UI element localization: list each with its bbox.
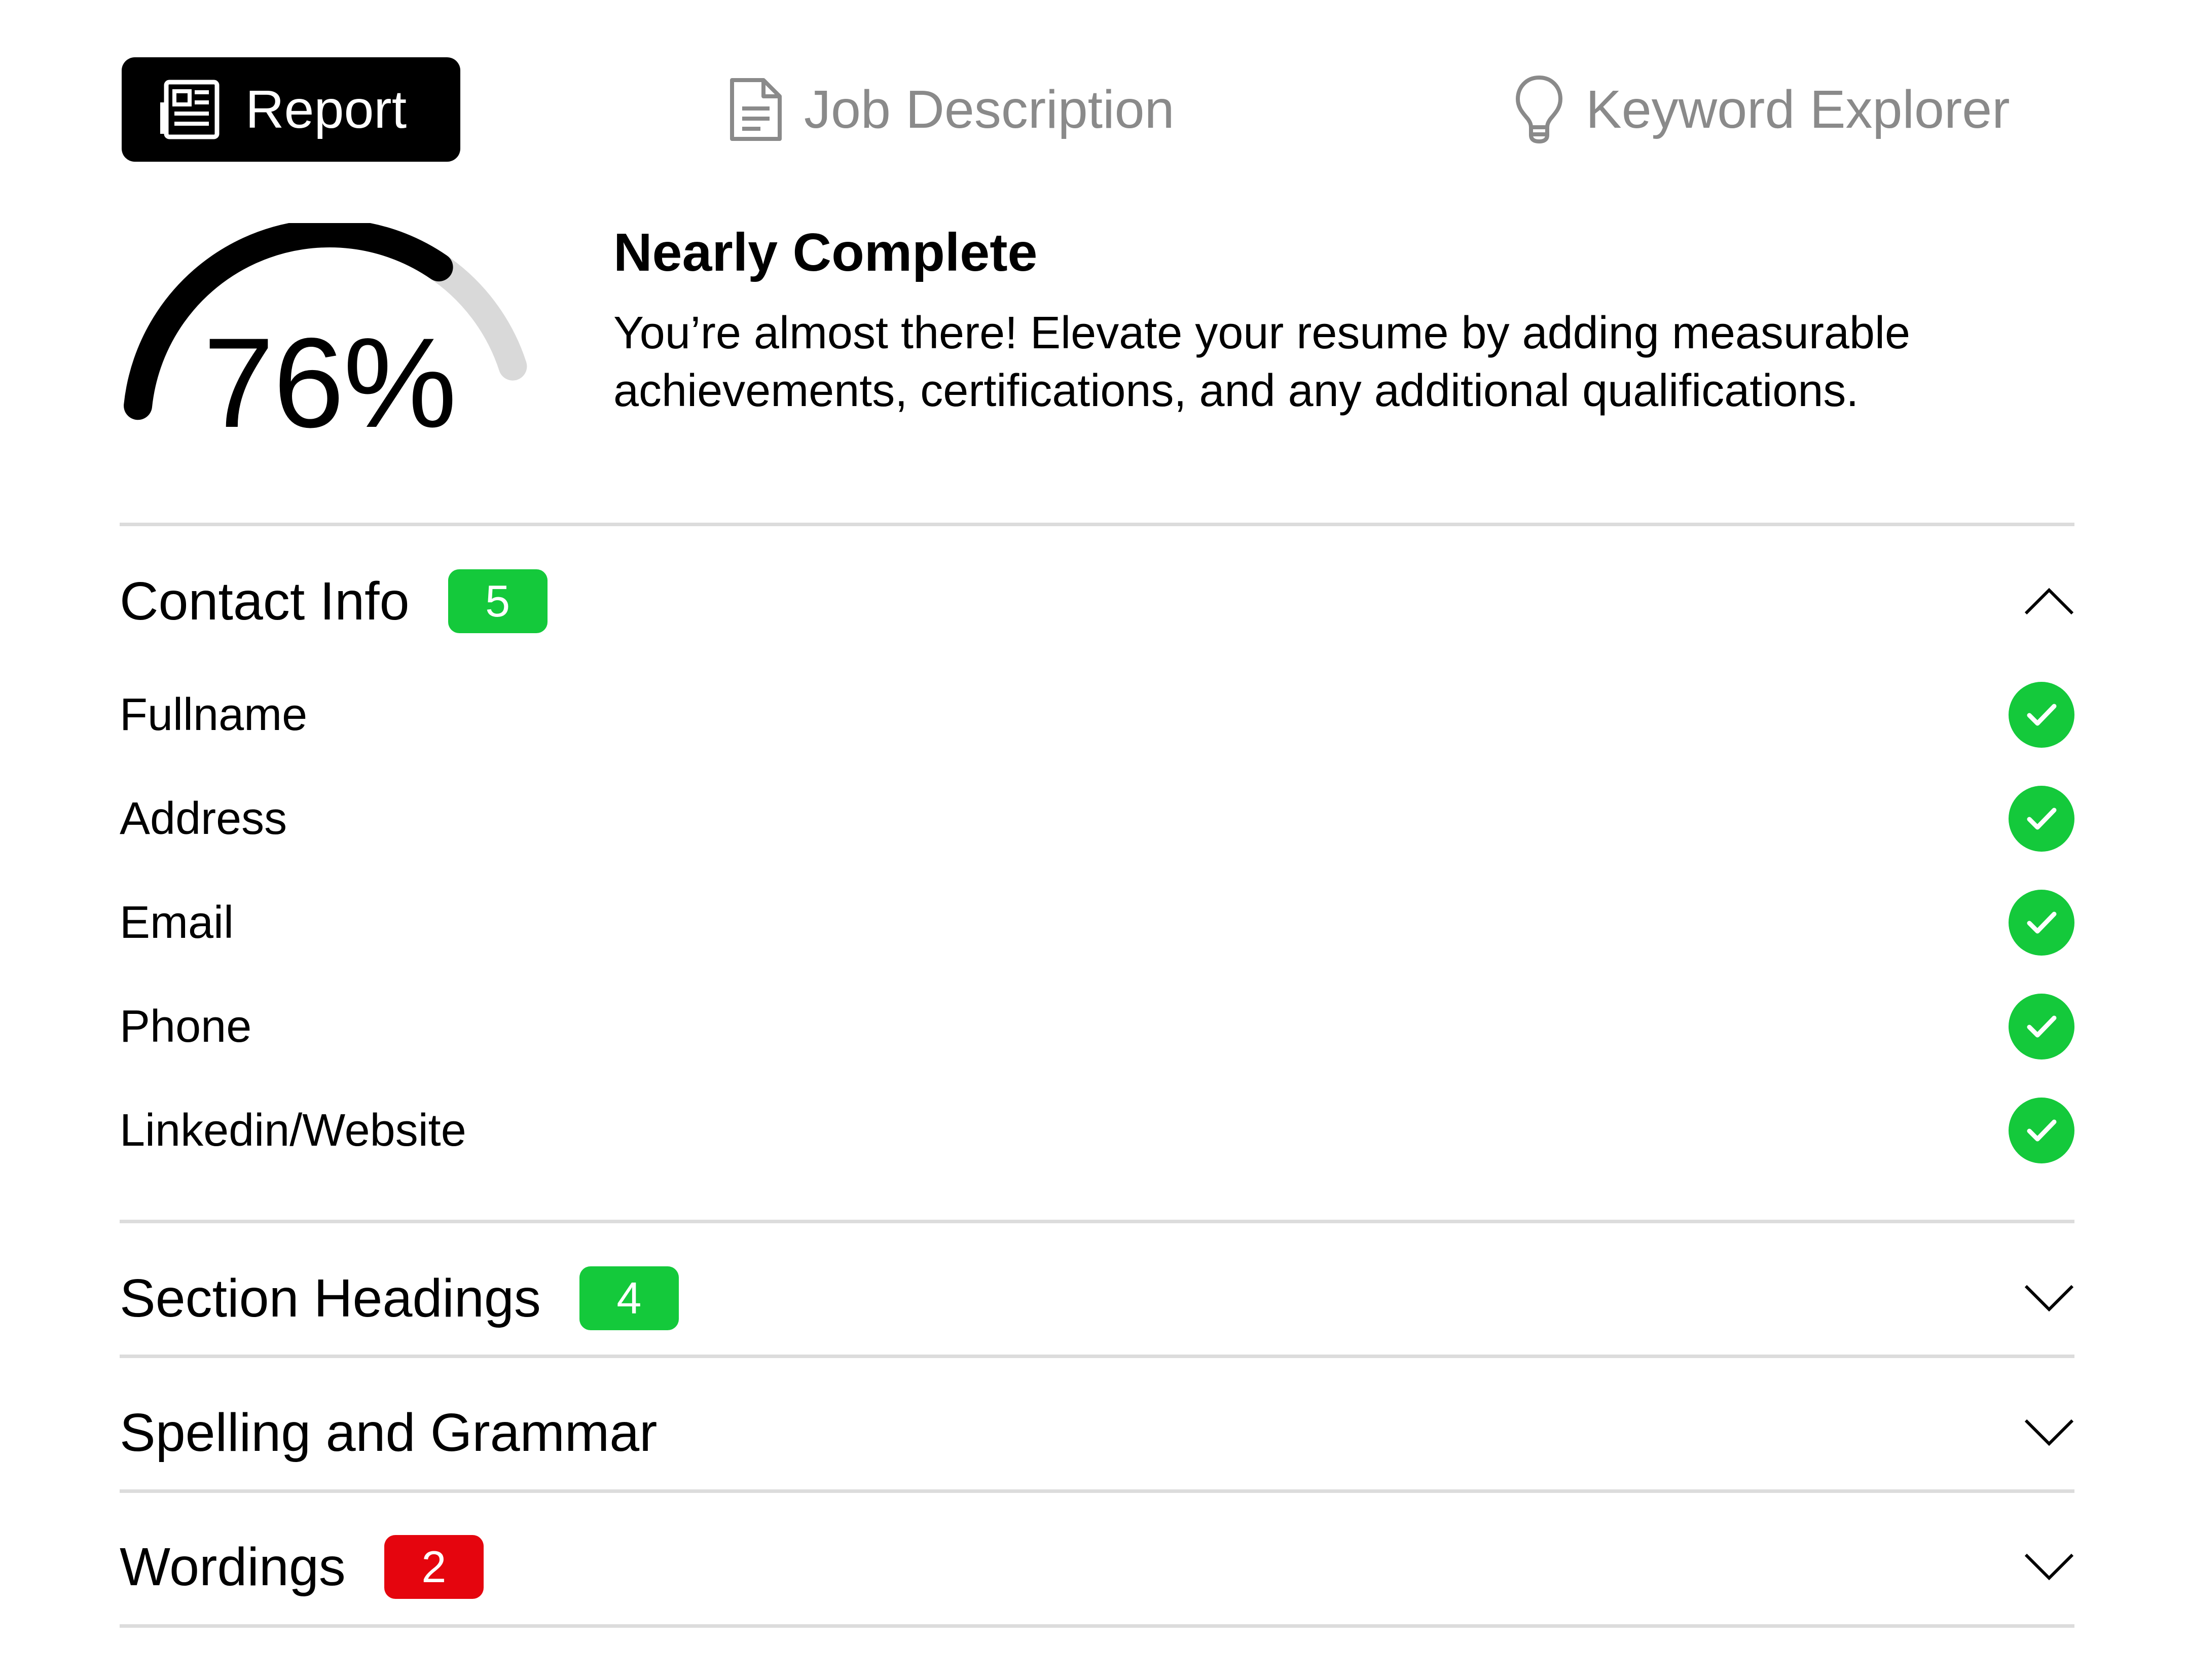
divider [120, 1355, 2074, 1358]
score-value: 76% [203, 312, 457, 454]
tab-label: Report [245, 80, 407, 139]
chevron-up-icon[interactable] [2024, 586, 2074, 616]
section-header-contact-info[interactable]: Contact Info 5 [120, 566, 2074, 637]
list-item: Address [120, 786, 2074, 852]
score-title: Nearly Complete [613, 223, 1038, 282]
check-icon [2009, 786, 2074, 852]
section-header-spelling-and-grammar[interactable]: Spelling and Grammar [120, 1397, 2074, 1468]
divider [120, 1220, 2074, 1223]
section-header-wordings[interactable]: Wordings 2 [120, 1531, 2074, 1602]
score-gauge: 76% [122, 223, 537, 456]
item-label: Phone [120, 1001, 252, 1052]
list-item: Fullname [120, 682, 2074, 748]
check-icon [2009, 682, 2074, 748]
tab-label: Keyword Explorer [1586, 80, 2010, 139]
item-label: Address [120, 793, 287, 844]
section-title: Spelling and Grammar [120, 1403, 658, 1463]
section-title: Section Headings [120, 1268, 541, 1328]
section-title: Wordings [120, 1537, 346, 1597]
chevron-down-icon[interactable] [2024, 1283, 2074, 1313]
tab-report[interactable]: Report [122, 57, 460, 162]
item-label: Fullname [120, 689, 308, 740]
newspaper-icon [159, 77, 224, 142]
tab-job-description[interactable]: Job Description [728, 57, 1175, 162]
item-label: Linkedin/Website [120, 1105, 466, 1156]
tab-label: Job Description [804, 80, 1175, 139]
divider [120, 523, 2074, 526]
chevron-down-icon[interactable] [2024, 1552, 2074, 1582]
check-icon [2009, 994, 2074, 1060]
item-label: Email [120, 897, 234, 948]
divider [120, 1489, 2074, 1493]
chevron-down-icon[interactable] [2024, 1417, 2074, 1448]
document-icon [728, 77, 784, 142]
lightbulb-icon [1515, 75, 1563, 144]
check-icon [2009, 890, 2074, 956]
score-description: You’re almost there! Elevate your resume… [613, 308, 1911, 416]
count-badge: 2 [384, 1535, 484, 1599]
list-item: Linkedin/Website [120, 1098, 2074, 1163]
section-title: Contact Info [120, 571, 410, 631]
count-badge: 4 [579, 1266, 679, 1330]
list-item: Email [120, 890, 2074, 956]
count-badge: 5 [448, 569, 548, 633]
divider [120, 1624, 2074, 1628]
section-header-section-headings[interactable]: Section Headings 4 [120, 1263, 2074, 1334]
list-item: Phone [120, 994, 2074, 1060]
tab-keyword-explorer[interactable]: Keyword Explorer [1515, 57, 2010, 162]
check-icon [2009, 1098, 2074, 1163]
